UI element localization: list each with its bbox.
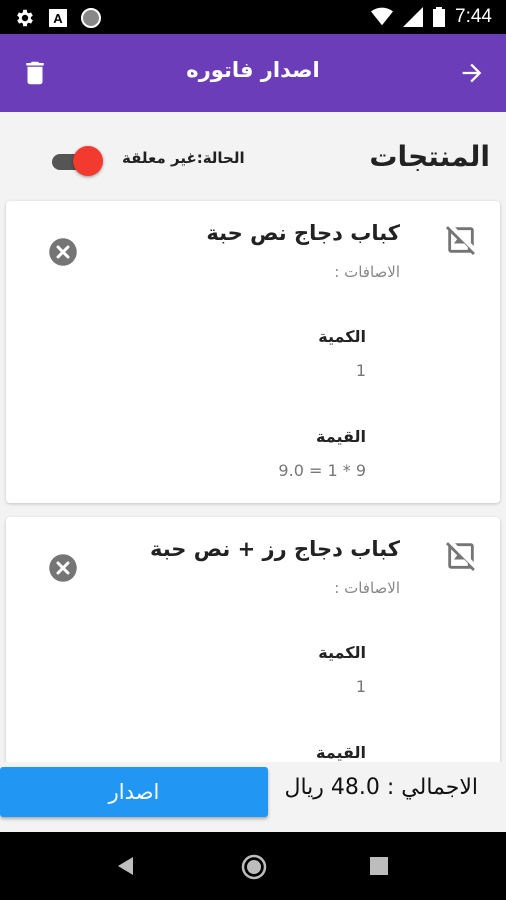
svg-text:A: A xyxy=(53,11,63,26)
products-header: المنتجات الحالة:غير معلقة xyxy=(0,112,506,200)
toggle-thumb xyxy=(73,146,103,176)
status-toggle[interactable] xyxy=(50,146,103,176)
product-card: كباب دجاج رز + نص حبة الاصافات : الكمية … xyxy=(6,517,500,777)
quantity-value: 1 xyxy=(355,677,366,696)
home-circle-icon[interactable] xyxy=(240,853,268,881)
recents-square-icon[interactable] xyxy=(370,857,388,875)
remove-item-button[interactable] xyxy=(48,553,78,583)
status-label: الحالة:غير معلقة xyxy=(122,149,245,167)
price-label: القيمة xyxy=(316,427,366,446)
back-triangle-icon[interactable] xyxy=(114,854,138,878)
arrow-forward-icon xyxy=(462,63,482,83)
remove-item-button[interactable] xyxy=(48,237,78,267)
total-amount: الاجمالي : 48.0 ريال xyxy=(284,775,478,800)
signal-icon xyxy=(403,7,424,27)
product-name: كباب دجاج نص حبة xyxy=(206,221,400,245)
a-badge-icon: A xyxy=(49,9,67,27)
no-image-icon xyxy=(445,542,475,572)
app-bar: اصدار فاتوره xyxy=(0,34,506,112)
status-time: 7:44 xyxy=(455,6,492,27)
circle-icon xyxy=(81,8,101,28)
no-image-icon xyxy=(445,226,475,256)
price-label: القيمة xyxy=(316,743,366,762)
section-title: المنتجات xyxy=(369,140,490,173)
system-nav-bar xyxy=(0,832,506,900)
page-title: اصدار فاتوره xyxy=(186,58,320,82)
back-button[interactable] xyxy=(458,59,486,87)
battery-icon xyxy=(433,7,446,27)
product-card: كباب دجاج نص حبة الاصافات : الكمية 1 الق… xyxy=(6,201,500,503)
quantity-label: الكمية xyxy=(318,643,366,662)
issue-invoice-button[interactable]: اصدار xyxy=(0,767,268,817)
addons-label: الاصافات : xyxy=(334,579,400,597)
product-name: كباب دجاج رز + نص حبة xyxy=(149,537,400,561)
settings-icon xyxy=(17,9,33,27)
total-bar: اصدار الاجمالي : 48.0 ريال xyxy=(0,762,506,832)
addons-label: الاصافات : xyxy=(334,263,400,281)
wifi-icon xyxy=(371,7,394,26)
price-value: 9 * 1 = 9.0 xyxy=(278,461,366,480)
quantity-label: الكمية xyxy=(318,327,366,346)
status-bar: A 7:44 xyxy=(0,0,506,34)
quantity-value: 1 xyxy=(355,361,366,380)
